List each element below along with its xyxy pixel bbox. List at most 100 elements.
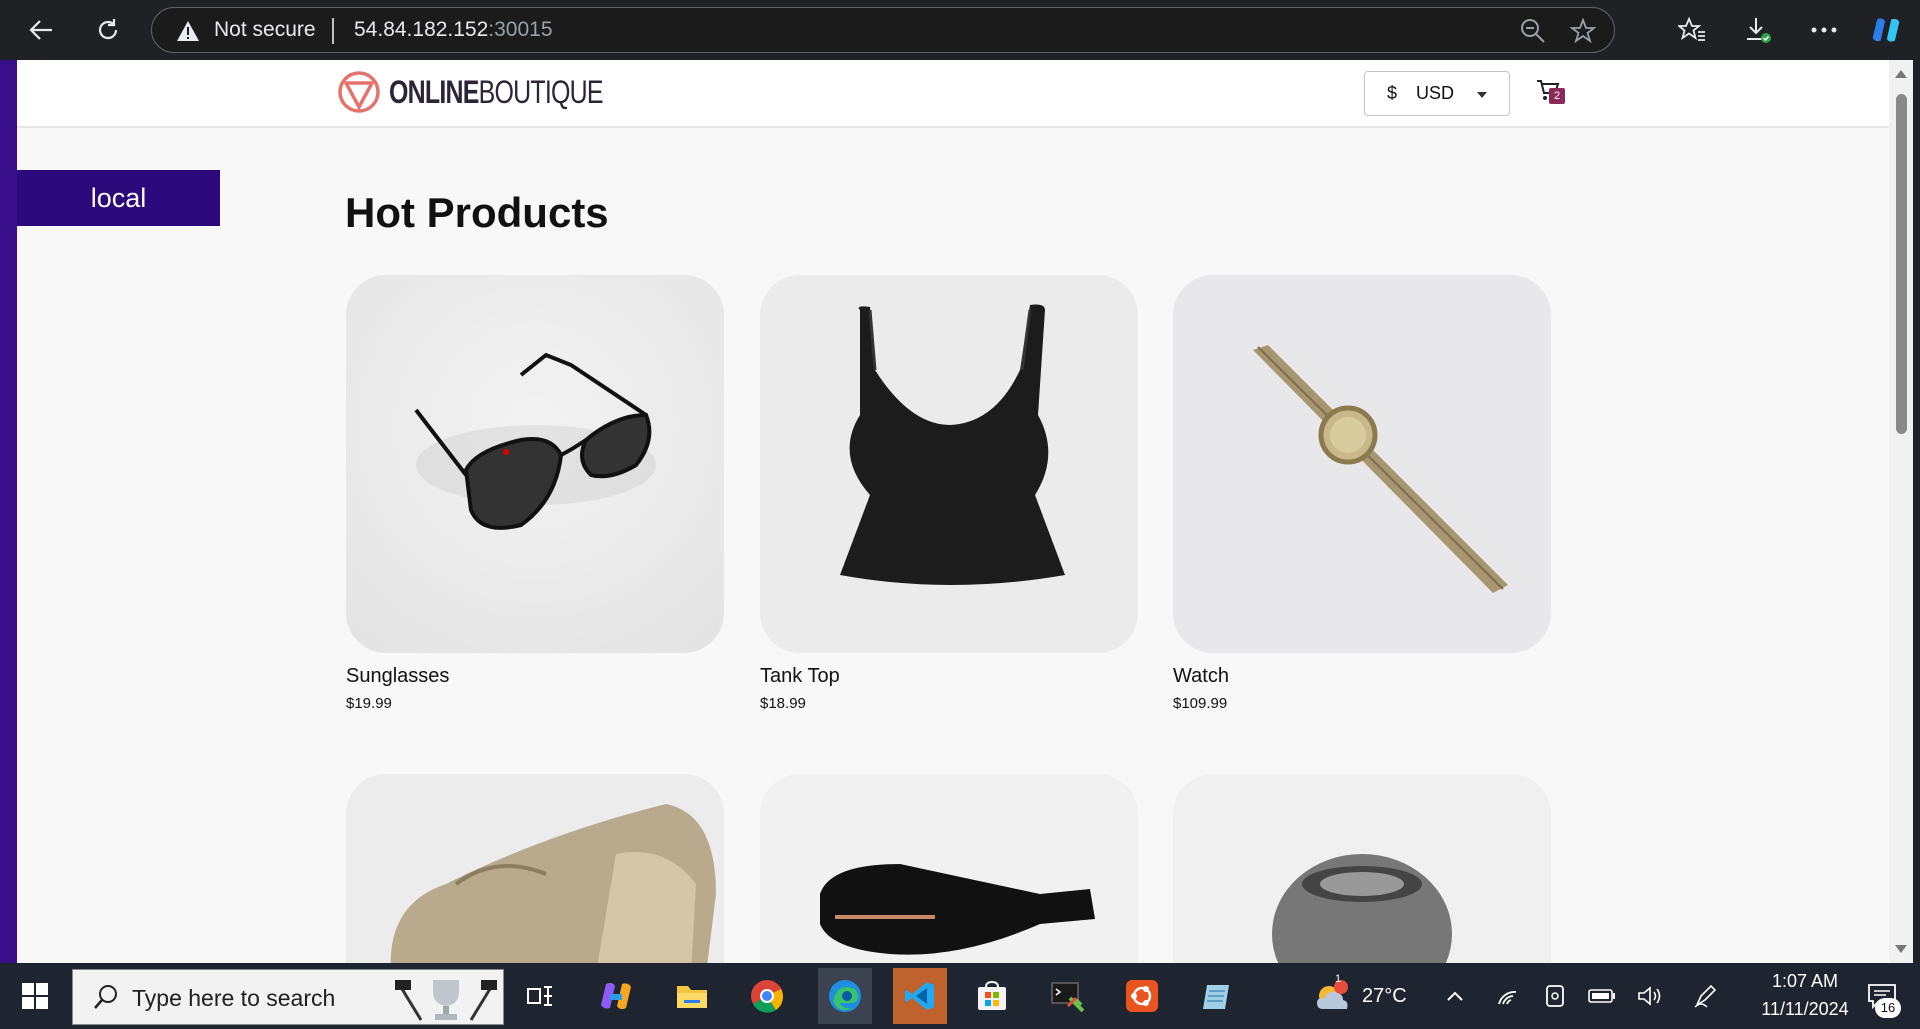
- downloads-button[interactable]: [1742, 14, 1774, 46]
- chrome-icon: [751, 980, 784, 1013]
- windows-logo-icon: [22, 983, 48, 1009]
- microsoft-store-button[interactable]: [968, 972, 1016, 1020]
- clock-date[interactable]: 11/11/2024: [1742, 999, 1868, 1020]
- product-image-hairdryer[interactable]: [760, 774, 1138, 963]
- network-status[interactable]: [1488, 972, 1528, 1020]
- battery-status[interactable]: [1582, 972, 1622, 1020]
- logo-text-light: BOUTIQUE: [478, 73, 604, 110]
- url-host: 54.84.182.152: [354, 18, 489, 41]
- warning-icon[interactable]: [176, 20, 200, 42]
- task-view-button[interactable]: [516, 972, 564, 1020]
- reload-button[interactable]: [92, 14, 124, 46]
- address-separator: [332, 18, 334, 44]
- terminal-icon: [1051, 982, 1084, 1012]
- ubuntu-icon: [1126, 980, 1158, 1012]
- currency-code: USD: [1416, 83, 1455, 103]
- favorite-star-icon[interactable]: [1570, 18, 1596, 44]
- more-options-icon: [1811, 27, 1837, 33]
- scroll-down-icon[interactable]: [1895, 945, 1907, 953]
- folder-icon: [677, 986, 707, 1008]
- pen-menu-button[interactable]: [1686, 972, 1726, 1020]
- product-name[interactable]: Watch: [1173, 665, 1229, 688]
- section-title: Hot Products: [345, 189, 609, 236]
- cart-button[interactable]: 2: [1536, 79, 1568, 109]
- candle-holder-image: [1272, 854, 1452, 963]
- battery-icon: [1588, 989, 1615, 1003]
- favorites-icon: [1678, 17, 1705, 41]
- pen-icon: [1694, 984, 1717, 1008]
- address-bar[interactable]: Not secure 54.84.182.152:30015: [151, 7, 1615, 53]
- product-card-watch[interactable]: Watch $109.99: [1173, 275, 1551, 712]
- edge-icon: [829, 980, 861, 1012]
- sunglasses-image: [414, 352, 656, 530]
- product-image-loafers[interactable]: [346, 774, 724, 963]
- scroll-up-icon[interactable]: [1895, 70, 1907, 78]
- taskbar-search-box[interactable]: Type here to search: [72, 969, 504, 1025]
- back-button[interactable]: [25, 14, 57, 46]
- reload-icon: [98, 19, 118, 40]
- weather-cloud-icon: [1317, 980, 1348, 1009]
- search-icon: [94, 985, 117, 1009]
- back-arrow-icon: [29, 20, 52, 40]
- clock-time[interactable]: 1:07 AM: [1755, 971, 1855, 992]
- product-name[interactable]: Tank Top: [760, 665, 840, 688]
- copilot-icon: [601, 982, 631, 1010]
- store-logo[interactable]: ONLINEBOUTIQUE: [337, 70, 663, 114]
- url-port: :30015: [488, 18, 553, 41]
- product-card-sunglasses[interactable]: Sunglasses $19.99: [346, 275, 724, 712]
- copilot-taskbar-button[interactable]: [592, 972, 640, 1020]
- weather-alert-count: 1: [1335, 973, 1342, 985]
- page-viewport: ONLINEBOUTIQUE $ USD 2 local Hot Product…: [17, 60, 1889, 963]
- logo-mark-icon: [338, 71, 380, 113]
- start-button[interactable]: [11, 972, 59, 1020]
- watch-image: [1253, 345, 1508, 593]
- environment-label: local: [17, 170, 220, 226]
- speaker-icon: [1638, 986, 1661, 1006]
- volume-control[interactable]: [1630, 972, 1670, 1020]
- loafers-image: [390, 804, 716, 963]
- vscode-icon: [905, 982, 934, 1010]
- show-hidden-icons-button[interactable]: [1435, 972, 1475, 1020]
- favorites-button[interactable]: [1676, 14, 1708, 46]
- zoom-out-icon[interactable]: [1520, 18, 1546, 44]
- chevron-down-icon: [1477, 92, 1487, 98]
- product-image-sunglasses[interactable]: [346, 275, 724, 653]
- product-price: $109.99: [1173, 695, 1228, 712]
- settings-menu-button[interactable]: [1808, 14, 1840, 46]
- copilot-icon: [1872, 18, 1900, 42]
- currency-selector[interactable]: $ USD: [1364, 71, 1510, 116]
- page-scrollbar[interactable]: [1889, 60, 1913, 963]
- browser-toolbar: Not secure 54.84.182.152:30015: [0, 0, 1920, 60]
- url-text[interactable]: 54.84.182.152:30015: [354, 18, 553, 42]
- windows-taskbar: Type here to search 1 27°C 1:07 AM 11/11…: [0, 963, 1920, 1029]
- chrome-button[interactable]: [743, 972, 791, 1020]
- weather-widget[interactable]: [1308, 972, 1356, 1020]
- terminal-app-button[interactable]: [1043, 972, 1091, 1020]
- logo-text: ONLINEBOUTIQUE: [389, 73, 604, 111]
- edge-button[interactable]: [818, 968, 872, 1024]
- chevron-up-icon: [1447, 991, 1463, 1001]
- notification-count-badge: 16: [1875, 998, 1901, 1018]
- product-card-tank-top[interactable]: Tank Top $18.99: [760, 275, 1138, 712]
- temperature-text[interactable]: 27°C: [1362, 985, 1407, 1008]
- logo-text-bold: ONLINE: [389, 73, 479, 110]
- store-icon: [978, 980, 1006, 1010]
- product-image-candle-holder[interactable]: [1173, 774, 1551, 963]
- tank-top-image: [840, 304, 1065, 585]
- product-image-watch[interactable]: [1173, 275, 1551, 653]
- scrollbar-thumb[interactable]: [1896, 94, 1907, 434]
- notes-app-button[interactable]: [1193, 972, 1241, 1020]
- product-name[interactable]: Sunglasses: [346, 665, 449, 688]
- hairdryer-image: [820, 864, 1095, 955]
- security-status[interactable]: Not secure: [214, 18, 316, 42]
- vscode-button[interactable]: [893, 968, 947, 1024]
- download-icon: [1747, 18, 1771, 43]
- site-header: ONLINEBOUTIQUE $ USD 2: [17, 60, 1889, 128]
- file-explorer-button[interactable]: [668, 972, 716, 1020]
- search-placeholder: Type here to search: [132, 985, 336, 1011]
- copilot-button[interactable]: [1870, 14, 1902, 46]
- ubuntu-button[interactable]: [1118, 972, 1166, 1020]
- product-image-tank-top[interactable]: [760, 275, 1138, 653]
- device-icon: [1546, 985, 1564, 1007]
- meet-now-button[interactable]: [1535, 972, 1575, 1020]
